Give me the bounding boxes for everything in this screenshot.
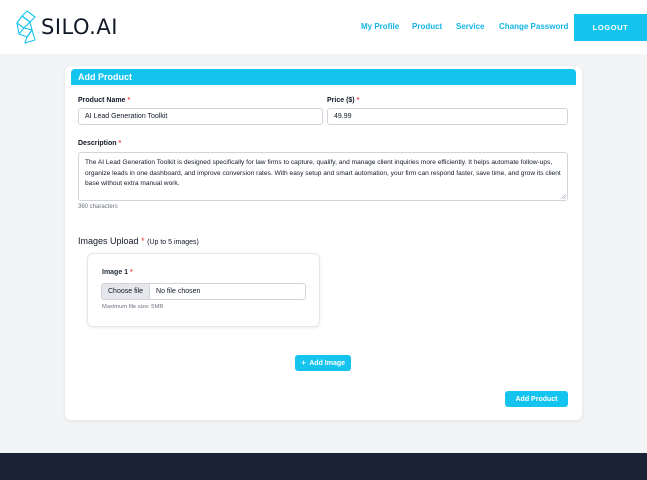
image-upload-box: Image 1 * Choose file No file chosen Max… xyxy=(87,253,320,327)
add-product-card: Add Product Product Name * AI Lead Gener… xyxy=(65,66,582,420)
product-name-input[interactable]: AI Lead Generation Toolkit xyxy=(78,108,323,125)
required-mark: * xyxy=(141,236,145,246)
add-image-button[interactable]: + Add Image xyxy=(295,355,351,371)
images-upload-title: Images Upload * (Up to 5 images) xyxy=(78,236,199,246)
logout-button[interactable]: LOGOUT xyxy=(574,14,647,41)
silo-logo-icon xyxy=(16,10,36,44)
description-text: The AI Lead Generation Toolkit is design… xyxy=(85,159,561,187)
images-limit-note: (Up to 5 images) xyxy=(147,239,199,246)
top-header: SILO.AI My Profile Product Service Chang… xyxy=(0,0,647,54)
character-counter: 360 characters xyxy=(78,204,118,210)
price-input[interactable]: 49.99 xyxy=(327,108,568,125)
description-label: Description * xyxy=(78,140,122,147)
card-title: Add Product xyxy=(71,69,576,85)
description-textarea[interactable]: The AI Lead Generation Toolkit is design… xyxy=(78,152,568,201)
file-size-hint: Maximum file size: 5MB xyxy=(102,304,164,310)
nav-product[interactable]: Product xyxy=(412,22,442,31)
plus-icon: + xyxy=(300,358,307,368)
price-label: Price ($) * xyxy=(327,97,360,104)
choose-file-button[interactable]: Choose file xyxy=(102,284,151,299)
image-1-file-input[interactable]: Choose file No file chosen xyxy=(101,283,306,300)
required-mark: * xyxy=(130,269,133,276)
required-mark: * xyxy=(118,140,122,147)
nav-my-profile[interactable]: My Profile xyxy=(361,22,399,31)
file-status: No file chosen xyxy=(156,288,201,295)
nav-change-password[interactable]: Change Password xyxy=(499,22,568,31)
required-mark: * xyxy=(356,97,360,104)
resize-handle-icon[interactable] xyxy=(561,194,566,199)
logo-text: SILO.AI xyxy=(41,15,118,39)
product-name-label: Product Name * xyxy=(78,97,131,104)
nav-service[interactable]: Service xyxy=(456,22,484,31)
logo[interactable]: SILO.AI xyxy=(15,10,118,44)
required-mark: * xyxy=(127,97,131,104)
image-1-label: Image 1 * xyxy=(102,269,133,276)
add-product-button[interactable]: Add Product xyxy=(505,391,568,407)
footer xyxy=(0,453,647,480)
